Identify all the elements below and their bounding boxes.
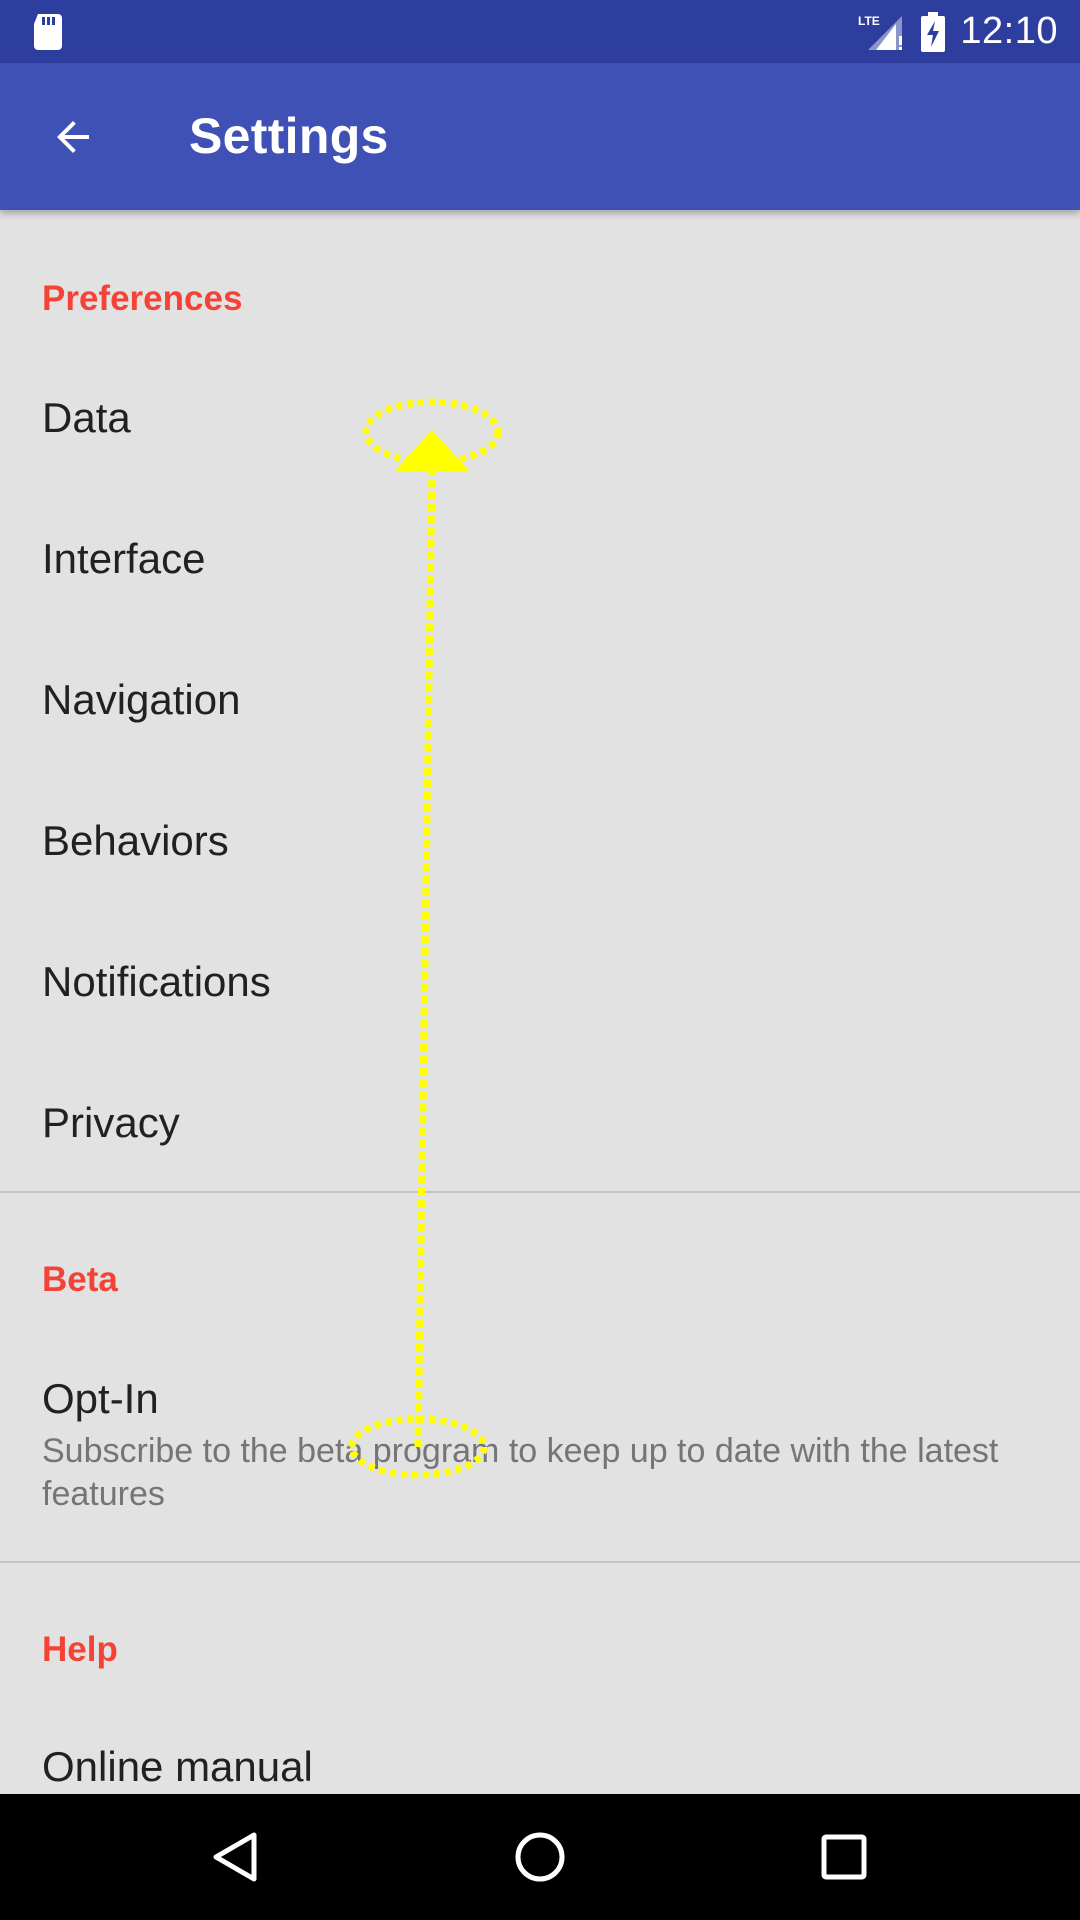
nav-home-button[interactable] [500, 1817, 580, 1897]
section-divider [0, 1561, 1080, 1563]
pref-item-title: Navigation [42, 676, 241, 723]
pref-item-privacy[interactable]: Privacy [0, 1056, 1080, 1197]
status-right-group: LTE 12:10 [858, 0, 1058, 63]
network-label: LTE [858, 14, 880, 28]
pref-item-summary: Subscribe to the beta program to keep up… [42, 1432, 999, 1513]
lte-signal-icon: LTE [858, 14, 903, 50]
status-bar: LTE 12:10 [0, 0, 1080, 63]
pref-item-opt-in[interactable]: Opt-In Subscribe to the beta program to … [0, 1330, 1080, 1560]
pref-item-title: Opt-In [42, 1375, 159, 1422]
navigation-bar [0, 1794, 1080, 1920]
page-title: Settings [189, 108, 389, 164]
pref-item-title: Online manual [42, 1743, 313, 1790]
pref-item-title: Privacy [42, 1099, 180, 1146]
category-preferences: Preferences [42, 279, 243, 318]
pref-item-notifications[interactable]: Notifications [0, 915, 1080, 1056]
app-bar: Settings [0, 63, 1080, 210]
pref-item-title: Notifications [42, 958, 271, 1005]
arrow-back-icon [57, 121, 89, 153]
pref-item-title: Behaviors [42, 817, 229, 864]
pref-item-data[interactable]: Data [0, 351, 1080, 492]
pref-item-interface[interactable]: Interface [0, 492, 1080, 633]
sd-card-icon [34, 14, 62, 50]
battery-charging-icon [921, 11, 946, 52]
back-button[interactable] [34, 98, 112, 176]
nav-recents-button[interactable] [804, 1817, 884, 1897]
pref-item-online-manual[interactable]: Online manual [0, 1700, 1080, 1794]
pref-item-title: Data [42, 394, 131, 441]
section-divider [0, 1191, 1080, 1193]
pref-item-title: Interface [42, 535, 206, 582]
status-time: 12:10 [960, 10, 1058, 52]
pref-item-navigation[interactable]: Navigation [0, 633, 1080, 774]
pref-item-behaviors[interactable]: Behaviors [0, 774, 1080, 915]
settings-list[interactable]: Preferences Data Interface Navigation Be… [0, 210, 1080, 1794]
nav-back-button[interactable] [196, 1817, 276, 1897]
home-circle-icon [515, 1832, 565, 1882]
category-help: Help [42, 1630, 118, 1669]
category-beta: Beta [42, 1260, 118, 1299]
back-triangle-icon [213, 1832, 257, 1882]
recents-square-icon [821, 1834, 867, 1880]
